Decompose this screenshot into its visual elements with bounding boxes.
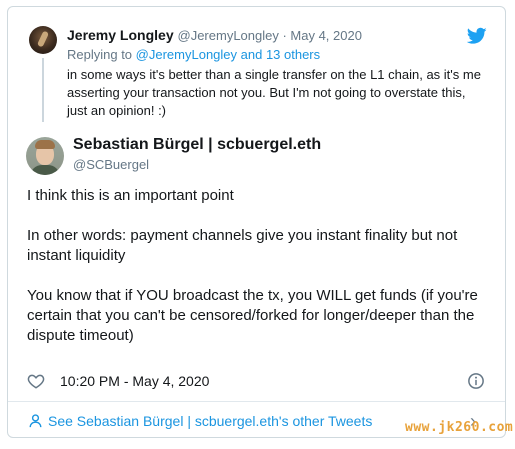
tweet-timestamp[interactable]: 10:20 PM - May 4, 2020: [60, 373, 209, 389]
tweet-author-avatar[interactable]: [26, 137, 64, 175]
replying-to-line: Replying to @JeremyLongley and 13 others: [67, 47, 320, 62]
tweet-paragraph: I think this is an important point: [27, 187, 234, 204]
watermark: www.jk260.com: [405, 420, 514, 435]
tweet-body: I think this is an important point In ot…: [27, 186, 492, 346]
reply-author-avatar[interactable]: [29, 26, 57, 54]
tweet-paragraph: You know that if YOU broadcast the tx, y…: [27, 287, 478, 344]
heart-icon[interactable]: [27, 372, 45, 390]
person-icon: [29, 414, 42, 428]
tweet-actions-row: 10:20 PM - May 4, 2020: [27, 372, 487, 392]
see-other-tweets-link[interactable]: See Sebastian Bürgel | scbuergel.eth's o…: [29, 413, 372, 429]
see-other-tweets-label[interactable]: See Sebastian Bürgel | scbuergel.eth's o…: [48, 413, 372, 429]
reply-text: in some ways it's better than a single t…: [67, 67, 481, 118]
reply-author-meta[interactable]: @JeremyLongley · May 4, 2020: [178, 28, 362, 43]
tweet-author-handle[interactable]: @SCBuergel: [73, 157, 149, 172]
twitter-bird-icon[interactable]: [467, 27, 487, 45]
tweet-author-name[interactable]: Sebastian Bürgel | scbuergel.eth: [73, 136, 321, 154]
footer-divider: [8, 401, 505, 402]
info-icon[interactable]: [467, 372, 485, 390]
reply-header: Jeremy Longley @JeremyLongley · May 4, 2…: [67, 27, 362, 43]
thread-connector-line: [42, 58, 44, 122]
replying-to-link[interactable]: @JeremyLongley and 13 others: [136, 47, 320, 62]
reply-author-name[interactable]: Jeremy Longley: [67, 27, 174, 43]
tweet-paragraph: In other words: payment channels give yo…: [27, 227, 458, 264]
replying-prefix: Replying to: [67, 47, 133, 62]
